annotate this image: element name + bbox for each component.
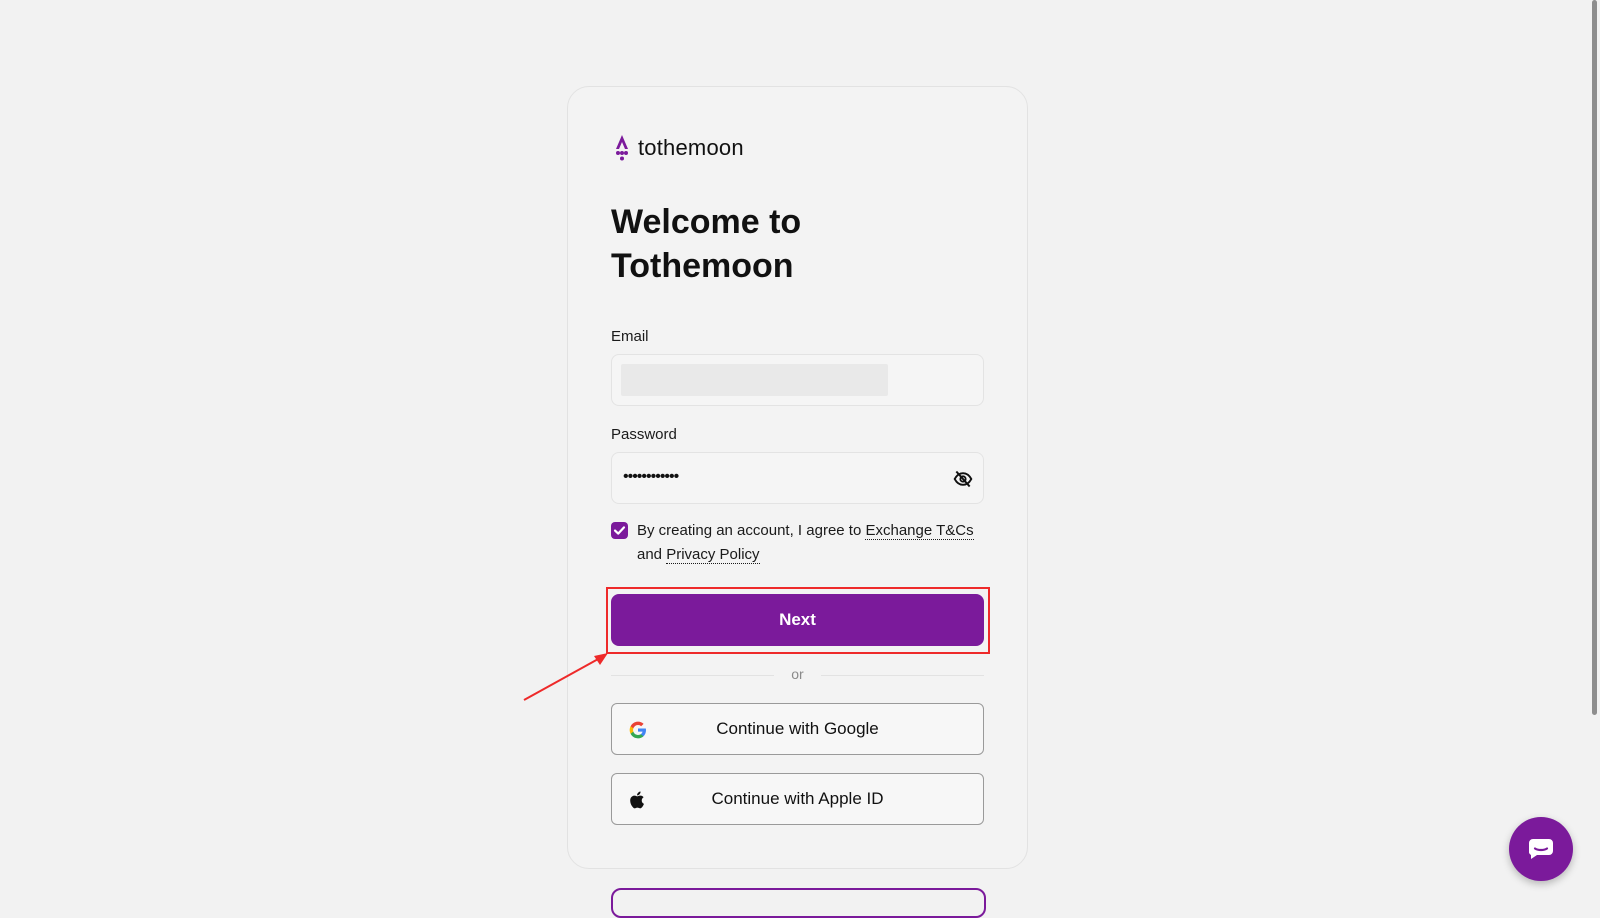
apple-button-label: Continue with Apple ID xyxy=(711,789,884,808)
password-field[interactable]: •••••••••••• xyxy=(611,452,984,504)
brand-logo: tothemoon xyxy=(613,134,744,162)
email-field[interactable] xyxy=(611,354,984,406)
tothemoon-logo-icon xyxy=(616,135,628,161)
password-label: Password xyxy=(611,426,677,443)
email-autofill-value xyxy=(621,364,888,396)
chat-widget-button[interactable] xyxy=(1509,817,1573,881)
page-scrollbar[interactable] xyxy=(1584,0,1600,905)
page-title: Welcome to Tothemoon xyxy=(611,203,802,285)
password-value: •••••••••••• xyxy=(623,468,679,485)
continue-with-google-button[interactable]: Continue with Google xyxy=(611,703,984,755)
annotation-arrow xyxy=(523,653,608,701)
consent-checkbox[interactable] xyxy=(611,522,628,539)
google-icon xyxy=(629,721,646,739)
terms-link[interactable]: Exchange T&Cs xyxy=(865,522,974,540)
consent-text: By creating an account, I agree to Excha… xyxy=(637,522,974,564)
eye-off-icon[interactable] xyxy=(953,469,973,489)
check-icon xyxy=(613,526,626,535)
next-button[interactable]: Next xyxy=(611,594,984,646)
partially-visible-button[interactable] xyxy=(611,888,986,918)
page-scrollbar-thumb[interactable] xyxy=(1592,0,1597,715)
or-divider: or xyxy=(611,664,984,686)
divider-text: or xyxy=(791,666,804,682)
email-label: Email xyxy=(611,328,649,345)
apple-icon xyxy=(630,791,644,809)
chat-icon xyxy=(1528,839,1553,859)
google-button-label: Continue with Google xyxy=(716,719,879,738)
continue-with-apple-button[interactable]: Continue with Apple ID xyxy=(611,773,984,825)
brand-name: tothemoon xyxy=(638,135,744,160)
privacy-policy-link[interactable]: Privacy Policy xyxy=(666,546,760,564)
